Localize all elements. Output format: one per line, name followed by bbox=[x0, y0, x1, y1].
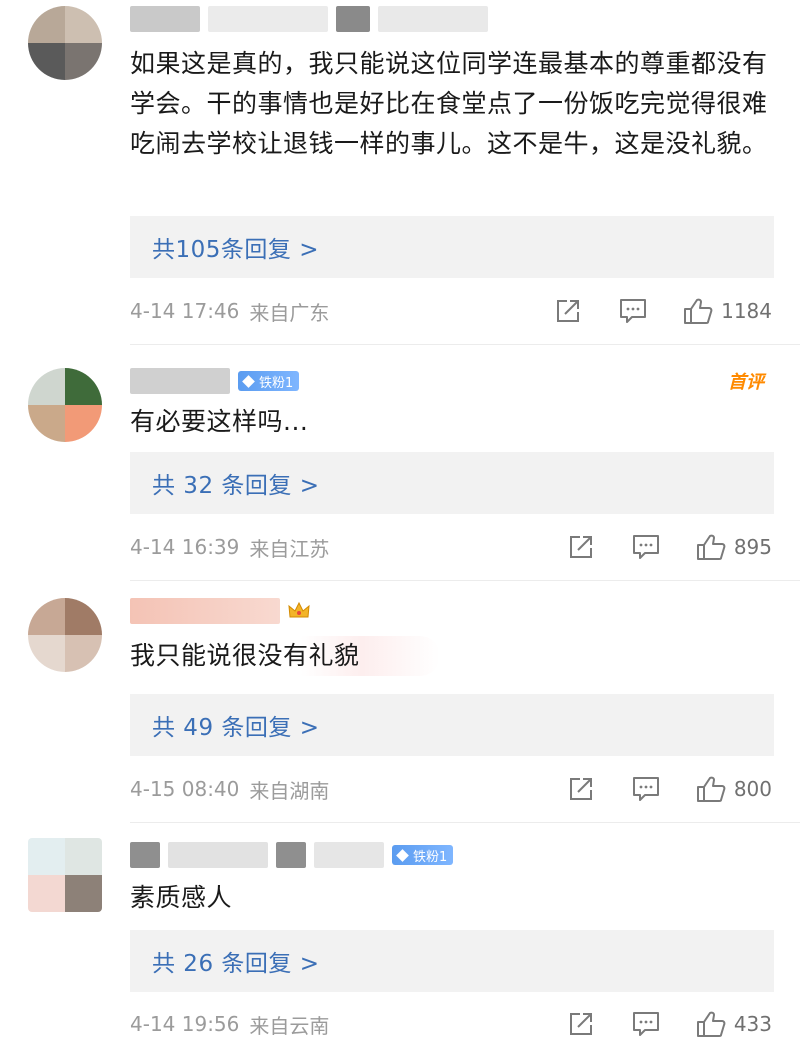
share-icon[interactable] bbox=[555, 298, 581, 324]
share-icon[interactable] bbox=[568, 1011, 594, 1037]
comment-location: 来自广东 bbox=[249, 300, 330, 325]
like-icon bbox=[696, 1010, 726, 1038]
like-icon bbox=[696, 775, 726, 803]
crown-icon bbox=[288, 601, 310, 618]
comment-location: 来自湖南 bbox=[249, 778, 330, 803]
replies-link[interactable]: 共105条回复 > bbox=[130, 216, 774, 278]
comment-icon[interactable] bbox=[632, 776, 660, 802]
like-icon bbox=[696, 533, 726, 561]
share-icon[interactable] bbox=[568, 776, 594, 802]
like-count: 433 bbox=[733, 1012, 772, 1036]
like-count: 895 bbox=[733, 535, 772, 559]
avatar[interactable] bbox=[28, 368, 102, 442]
comment-icon[interactable] bbox=[619, 298, 647, 324]
replies-link[interactable]: 共 26 条回复 > bbox=[130, 930, 774, 992]
comment-text: 我只能说很没有礼貌 bbox=[130, 636, 440, 676]
like-button[interactable]: 433 bbox=[696, 1010, 772, 1038]
comment-item: 铁粉1 素质感人 共 26 条回复 > 4-14 19:56 来自云南 433 bbox=[0, 822, 800, 1060]
like-button[interactable]: 800 bbox=[696, 775, 772, 803]
fan-badge: 铁粉1 bbox=[238, 371, 300, 391]
comment-time: 4-15 08:40 bbox=[130, 777, 240, 801]
comment-meta: 4-14 17:46 来自广东 1184 bbox=[130, 296, 772, 326]
comment-location: 来自江苏 bbox=[249, 536, 330, 561]
like-button[interactable]: 895 bbox=[696, 533, 772, 561]
replies-link[interactable]: 共 32 条回复 > bbox=[130, 452, 774, 514]
username[interactable]: 铁粉1 bbox=[130, 840, 454, 870]
username[interactable] bbox=[130, 596, 310, 626]
comment-meta: 4-14 16:39 来自江苏 895 bbox=[130, 532, 772, 562]
comment-text: 素质感人 bbox=[130, 883, 233, 912]
comment-time: 4-14 17:46 bbox=[130, 299, 240, 323]
comment-meta: 4-15 08:40 来自湖南 800 bbox=[130, 774, 772, 804]
username[interactable] bbox=[130, 4, 488, 34]
avatar[interactable] bbox=[28, 6, 102, 80]
fan-badge: 铁粉1 bbox=[392, 845, 454, 865]
comment-time: 4-14 16:39 bbox=[130, 535, 240, 559]
like-icon bbox=[683, 297, 713, 325]
comment-item: 我只能说很没有礼貌 共 49 条回复 > 4-15 08:40 来自湖南 800 bbox=[0, 580, 800, 822]
avatar[interactable] bbox=[28, 838, 102, 912]
comment-text: 有必要这样吗... bbox=[130, 407, 309, 436]
username[interactable]: 铁粉1 bbox=[130, 366, 300, 396]
avatar[interactable] bbox=[28, 598, 102, 672]
like-count: 1184 bbox=[721, 299, 772, 323]
comment-item: 铁粉1 首评 有必要这样吗... 共 32 条回复 > 4-14 16:39 来… bbox=[0, 344, 800, 580]
like-count: 800 bbox=[733, 777, 772, 801]
comment-time: 4-14 19:56 bbox=[130, 1012, 240, 1036]
first-comment-tag: 首评 bbox=[728, 372, 764, 393]
comment-text: 如果这是真的，我只能说这位同学连最基本的尊重都没有学会。干的事情也是好比在食堂点… bbox=[130, 49, 768, 158]
share-icon[interactable] bbox=[568, 534, 594, 560]
comment-icon[interactable] bbox=[632, 534, 660, 560]
comment-meta: 4-14 19:56 来自云南 433 bbox=[130, 1009, 772, 1039]
comment-icon[interactable] bbox=[632, 1011, 660, 1037]
replies-link[interactable]: 共 49 条回复 > bbox=[130, 694, 774, 756]
comment-item: 如果这是真的，我只能说这位同学连最基本的尊重都没有学会。干的事情也是好比在食堂点… bbox=[0, 0, 800, 344]
comment-location: 来自云南 bbox=[249, 1013, 330, 1038]
like-button[interactable]: 1184 bbox=[683, 297, 772, 325]
